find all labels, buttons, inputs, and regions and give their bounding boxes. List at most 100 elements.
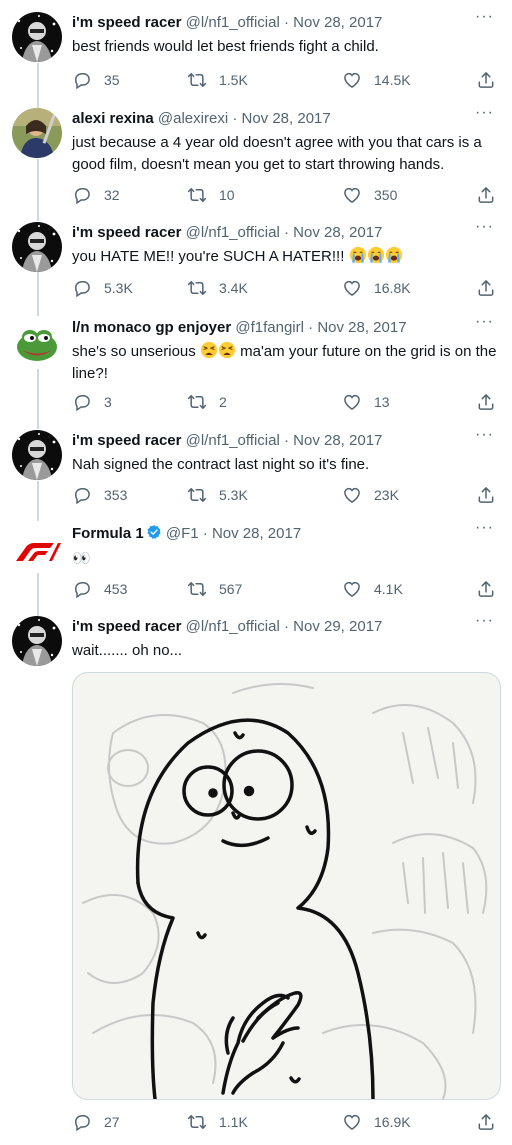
retweet-button[interactable]: 1.1K: [187, 1112, 248, 1132]
reply-button[interactable]: 35: [72, 70, 120, 90]
avatar[interactable]: [12, 616, 62, 666]
avatar[interactable]: [12, 12, 62, 62]
share-button[interactable]: [476, 185, 496, 205]
reply-button[interactable]: 453: [72, 579, 127, 599]
retweet-button[interactable]: 2: [187, 392, 227, 412]
tweet-text-wrap: you HATE ME!! you're SUCH A HATER!!!: [72, 246, 502, 268]
tweet-text-part: she's so unserious: [72, 343, 196, 360]
like-icon: [342, 485, 362, 505]
tweet-header: l/n monaco gp enjoyer @f1fangirl · Nov 2…: [72, 318, 407, 338]
like-button[interactable]: 4.1K: [342, 579, 403, 599]
author-name[interactable]: i'm speed racer: [72, 224, 181, 241]
author-handle[interactable]: @l/nf1_official: [186, 432, 280, 449]
author-name[interactable]: i'm speed racer: [72, 14, 181, 31]
tweet-media-image[interactable]: [72, 672, 501, 1100]
more-icon[interactable]: ···: [475, 219, 494, 235]
tweet-date[interactable]: Nov 28, 2017: [317, 319, 406, 336]
avatar[interactable]: [12, 430, 62, 480]
author-handle[interactable]: @l/nf1_official: [186, 618, 280, 635]
more-icon[interactable]: ···: [475, 314, 494, 330]
reply-icon: [72, 185, 92, 205]
avatar[interactable]: [12, 317, 62, 367]
like-button[interactable]: 13: [342, 392, 390, 412]
tweet-header: i'm speed racer @l/nf1_official · Nov 29…: [72, 617, 382, 637]
f1-logo-avatar[interactable]: [12, 523, 62, 573]
reply-button[interactable]: 5.3K: [72, 278, 133, 298]
share-button[interactable]: [476, 392, 496, 412]
tweet[interactable]: alexi rexina @alexirexi · Nov 28, 2017 ·…: [0, 96, 512, 221]
tweet-date[interactable]: Nov 28, 2017: [293, 14, 382, 31]
tweet[interactable]: i'm speed racer @l/nf1_official · Nov 28…: [0, 210, 512, 310]
more-icon[interactable]: ···: [475, 613, 494, 629]
retweet-icon: [187, 185, 207, 205]
reply-button[interactable]: 3: [72, 392, 112, 412]
tweet-actions: 35 1.5K 14.5K: [72, 70, 502, 92]
tweet-header: alexi rexina @alexirexi · Nov 28, 2017: [72, 109, 331, 129]
share-icon: [476, 1112, 496, 1132]
author-name[interactable]: i'm speed racer: [72, 432, 181, 449]
tweet-text: Nah signed the contract last night so it…: [72, 456, 370, 473]
retweet-count: 567: [219, 581, 243, 597]
tweet[interactable]: i'm speed racer @l/nf1_official · Nov 28…: [0, 418, 512, 518]
author-name[interactable]: alexi rexina: [72, 110, 154, 127]
author-handle[interactable]: @f1fangirl: [235, 319, 304, 336]
more-icon[interactable]: ···: [475, 9, 494, 25]
retweet-button[interactable]: 5.3K: [187, 485, 248, 505]
more-icon[interactable]: ···: [475, 105, 494, 121]
tweet[interactable]: i'm speed racer @l/nf1_official · Nov 28…: [0, 0, 512, 110]
reply-count: 5.3K: [104, 280, 133, 296]
tweet-header: i'm speed racer @l/nf1_official · Nov 28…: [72, 13, 382, 33]
tweet-date[interactable]: Nov 29, 2017: [293, 618, 382, 635]
like-button[interactable]: 16.8K: [342, 278, 411, 298]
reply-count: 3: [104, 394, 112, 410]
tweet-date[interactable]: Nov 28, 2017: [293, 432, 382, 449]
share-button[interactable]: [476, 579, 496, 599]
author-handle[interactable]: @alexirexi: [158, 110, 228, 127]
share-button[interactable]: [476, 485, 496, 505]
separator: ·: [232, 110, 238, 127]
reply-count: 27: [104, 1114, 120, 1130]
tweet[interactable]: Formula 1 @F1 · Nov 28, 2017 ··· 👀 453 5…: [0, 511, 512, 611]
reply-button[interactable]: 27: [72, 1112, 120, 1132]
tweet-date[interactable]: Nov 28, 2017: [293, 224, 382, 241]
retweet-icon: [187, 485, 207, 505]
share-button[interactable]: [476, 70, 496, 90]
like-button[interactable]: 350: [342, 185, 397, 205]
tweet-actions: 32 10 350: [72, 185, 502, 207]
retweet-button[interactable]: 10: [187, 185, 235, 205]
retweet-button[interactable]: 1.5K: [187, 70, 248, 90]
avatar[interactable]: [12, 222, 62, 272]
tweet-date[interactable]: Nov 28, 2017: [212, 525, 301, 542]
reply-button[interactable]: 32: [72, 185, 120, 205]
tweet-text: just because a 4 year old doesn't agree …: [72, 134, 482, 173]
tweet-date[interactable]: Nov 28, 2017: [242, 110, 331, 127]
author-handle[interactable]: @l/nf1_official: [186, 14, 280, 31]
tweet[interactable]: l/n monaco gp enjoyer @f1fangirl · Nov 2…: [0, 305, 512, 425]
retweet-icon: [187, 579, 207, 599]
author-name[interactable]: l/n monaco gp enjoyer: [72, 319, 231, 336]
retweet-button[interactable]: 567: [187, 579, 242, 599]
like-count: 14.5K: [374, 72, 411, 88]
more-icon[interactable]: ···: [475, 427, 494, 443]
like-button[interactable]: 23K: [342, 485, 399, 505]
retweet-button[interactable]: 3.4K: [187, 278, 248, 298]
retweet-count: 2: [219, 394, 227, 410]
share-button[interactable]: [476, 278, 496, 298]
loudly-crying-face-emoji: [385, 246, 403, 264]
more-icon[interactable]: ···: [475, 520, 494, 536]
author-handle[interactable]: @l/nf1_official: [186, 224, 280, 241]
reply-button[interactable]: 353: [72, 485, 127, 505]
separator: ·: [283, 618, 289, 635]
like-button[interactable]: 14.5K: [342, 70, 411, 90]
like-count: 350: [374, 187, 398, 203]
tired-face-emoji: [200, 341, 218, 359]
author-handle[interactable]: @F1: [166, 525, 199, 542]
reply-icon: [72, 278, 92, 298]
author-name[interactable]: Formula 1: [72, 525, 144, 542]
retweet-count: 10: [219, 187, 235, 203]
share-button[interactable]: [476, 1112, 496, 1132]
tweet-text: 👀: [72, 549, 91, 567]
like-button[interactable]: 16.9K: [342, 1112, 411, 1132]
avatar[interactable]: [12, 108, 62, 158]
author-name[interactable]: i'm speed racer: [72, 618, 181, 635]
